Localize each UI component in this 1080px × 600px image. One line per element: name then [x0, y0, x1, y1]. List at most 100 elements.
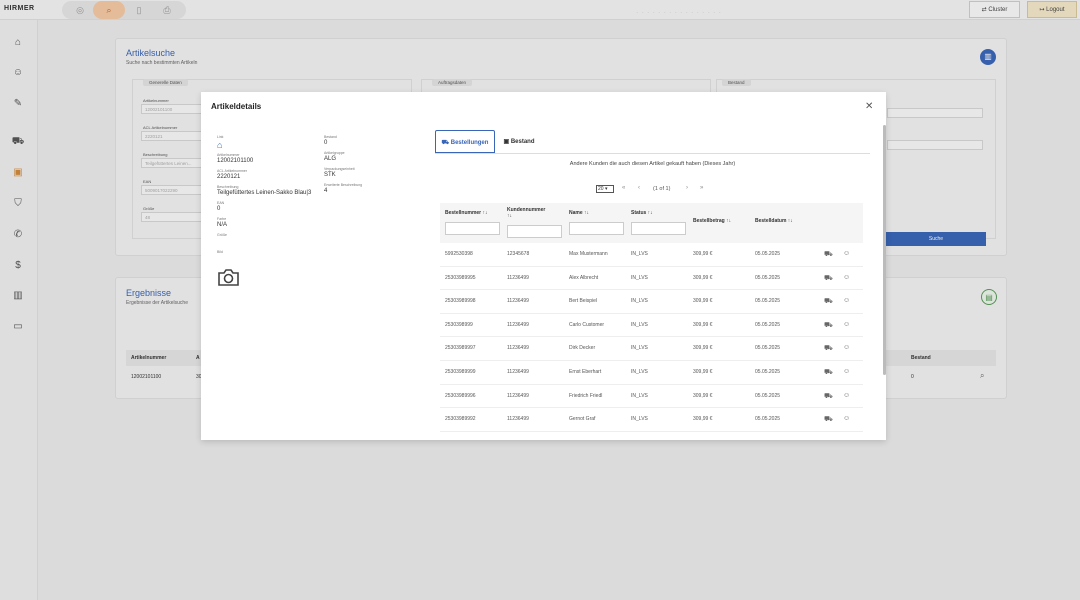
home-icon[interactable]: ⌂ — [217, 140, 222, 150]
filter-status[interactable] — [631, 222, 686, 235]
table-row[interactable]: 2530398999311236499Michael GroßIN_LVS309… — [440, 432, 863, 440]
col-amount[interactable]: Bestellbetrag ↑↓ — [693, 218, 731, 224]
table-row[interactable]: 25303989999 11236499 Ernst Eberhart IN_LVS 3… — [440, 361, 863, 385]
table-row[interactable]: 2530398999 11236499 Carlo Customer IN_LVS 30… — [440, 314, 863, 338]
table-row[interactable]: 25303989995 11236499 Alex Albrecht IN_LVS 30… — [440, 267, 863, 291]
cart-icon[interactable]: ⛟ — [824, 439, 833, 441]
col-label: Kundennummer — [507, 207, 546, 213]
user-icon[interactable]: ☺ — [843, 297, 850, 304]
first-page-icon[interactable]: « — [622, 185, 625, 191]
detail-label: Bild — [217, 250, 223, 254]
cell-date: 05.05.2025 — [755, 321, 781, 328]
cart-icon[interactable]: ⛟ — [824, 344, 833, 353]
cell-order-number: 25303989992 — [445, 416, 476, 423]
cell-customer-name: Alex Albrecht — [569, 274, 599, 281]
table-row[interactable]: 25303989996 11236499 Friedrich Friedl IN_LV… — [440, 385, 863, 409]
col-customer-number[interactable]: Kundennummer ↑↓ — [507, 207, 557, 219]
cell-date: 05.05.2025 — [755, 392, 781, 399]
tab-stock[interactable]: ▣ Bestand — [499, 130, 539, 154]
cell-status: IN_LVS — [631, 416, 648, 423]
cell-amount: 309,99 € — [693, 274, 713, 281]
sort-icon: ↑↓ — [507, 213, 512, 219]
tab-orders-label: Bestellungen — [450, 140, 489, 146]
next-page-icon[interactable]: › — [686, 185, 688, 191]
filter-name[interactable] — [569, 222, 624, 235]
cell-status: IN_LVS — [631, 321, 648, 328]
cell-order-number: 25303989996 — [445, 392, 476, 399]
cell-customer-number: 11236499 — [507, 392, 529, 399]
detail-label: Verpackungseinheit — [324, 167, 355, 171]
page-size-value: 20 — [598, 186, 604, 192]
detail-value: 12002101100 — [217, 158, 254, 164]
user-icon[interactable]: ☺ — [843, 344, 850, 351]
filter-order-number[interactable] — [445, 222, 500, 235]
sort-icon: ↑↓ — [787, 218, 793, 224]
cell-customer-number: 11236499 — [507, 369, 529, 375]
cell-customer-number: 12345678 — [507, 251, 530, 257]
detail-label: Beschreibung — [217, 185, 239, 189]
detail-value: 0 — [217, 206, 221, 212]
cell-amount: 309,99 € — [693, 251, 713, 257]
user-icon[interactable]: ☺ — [843, 439, 850, 440]
modal-scrollbar[interactable] — [883, 125, 886, 375]
cell-customer-name: Bert Beispiel — [569, 298, 598, 305]
detail-label: Link — [217, 135, 224, 139]
filter-customer-number[interactable] — [507, 225, 562, 238]
cell-order-number: 25303989999 — [445, 369, 476, 375]
cart-icon[interactable]: ⛟ — [824, 415, 833, 424]
cell-amount: 309,99 € — [693, 345, 713, 352]
cell-amount: 309,99 € — [693, 392, 713, 399]
cell-order-number: 2530398999 — [445, 321, 473, 328]
sort-icon: ↑↓ — [584, 210, 590, 216]
tab-orders[interactable]: ⛟ Bestellungen — [435, 130, 495, 154]
sort-icon: ↑↓ — [647, 210, 653, 216]
table-row[interactable]: 25303989998 11236499 Bert Beispiel IN_LVS 30… — [440, 290, 863, 314]
sort-icon: ↑↓ — [482, 210, 488, 216]
page-size-select[interactable]: 20 ▾ — [596, 185, 614, 193]
table-row[interactable]: 25303989997 11236499 Dirk Decker IN_LVS 309,… — [440, 337, 863, 361]
cell-customer-name: Carlo Customer — [569, 321, 605, 328]
cart-icon[interactable]: ⛟ — [824, 250, 833, 259]
detail-value: Teilgefüttertes Leinen-Sakko Blau|3 — [217, 190, 312, 196]
table-row[interactable]: 25303989992 11236499 Gernot Graf IN_LVS 309,… — [440, 408, 863, 432]
camera-icon[interactable] — [217, 268, 240, 287]
cart-icon[interactable]: ⛟ — [824, 392, 833, 401]
detail-label: Farbe — [217, 217, 227, 221]
cart-icon[interactable]: ⛟ — [824, 321, 833, 330]
col-order-number[interactable]: Bestellnummer ↑↓ — [445, 210, 488, 216]
cell-customer-name: Max Mustermann — [569, 251, 608, 257]
cell-order-number: 5992530398 — [445, 251, 473, 257]
cell-status: IN_LVS — [631, 392, 648, 399]
col-label: Bestellbetrag — [693, 218, 725, 224]
col-date[interactable]: Bestelldatum ↑↓ — [755, 218, 793, 224]
article-details-modal: Artikeldetails ✕ Link ⌂ Artikelnummer 12… — [201, 92, 886, 440]
user-icon[interactable]: ☺ — [843, 368, 850, 375]
prev-page-icon[interactable]: ‹ — [638, 185, 640, 191]
close-icon[interactable]: ✕ — [865, 101, 873, 112]
user-icon[interactable]: ☺ — [843, 321, 850, 328]
user-icon[interactable]: ☺ — [843, 274, 850, 281]
cell-order-number: 25303989998 — [445, 298, 476, 305]
detail-value: ALG — [324, 156, 337, 162]
cart-icon[interactable]: ⛟ — [824, 368, 833, 377]
detail-label: ACL Artikelnummer — [217, 169, 248, 173]
cart-icon[interactable]: ⛟ — [824, 297, 833, 306]
cell-date: 05.05.2025 — [755, 274, 781, 281]
detail-value: N/A — [217, 222, 228, 228]
table-row[interactable]: 5992530398 12345678 Max Mustermann IN_LVS 30… — [440, 243, 863, 267]
col-label: Status — [631, 210, 647, 216]
modal-title: Artikeldetails — [211, 102, 262, 111]
col-status[interactable]: Status ↑↓ — [631, 210, 653, 216]
user-icon[interactable]: ☺ — [843, 250, 850, 257]
detail-value: 4 — [324, 188, 328, 194]
last-page-icon[interactable]: » — [700, 185, 703, 191]
col-label: Name — [569, 210, 583, 216]
cell-order-number: 25303989995 — [445, 274, 476, 281]
user-icon[interactable]: ☺ — [843, 415, 850, 422]
detail-label: Bestand — [324, 135, 337, 139]
detail-label: Größe — [217, 233, 227, 237]
user-icon[interactable]: ☺ — [843, 392, 850, 399]
col-name[interactable]: Name ↑↓ — [569, 210, 589, 216]
cart-icon[interactable]: ⛟ — [824, 274, 833, 283]
cell-customer-name: Friedrich Friedl — [569, 392, 603, 399]
